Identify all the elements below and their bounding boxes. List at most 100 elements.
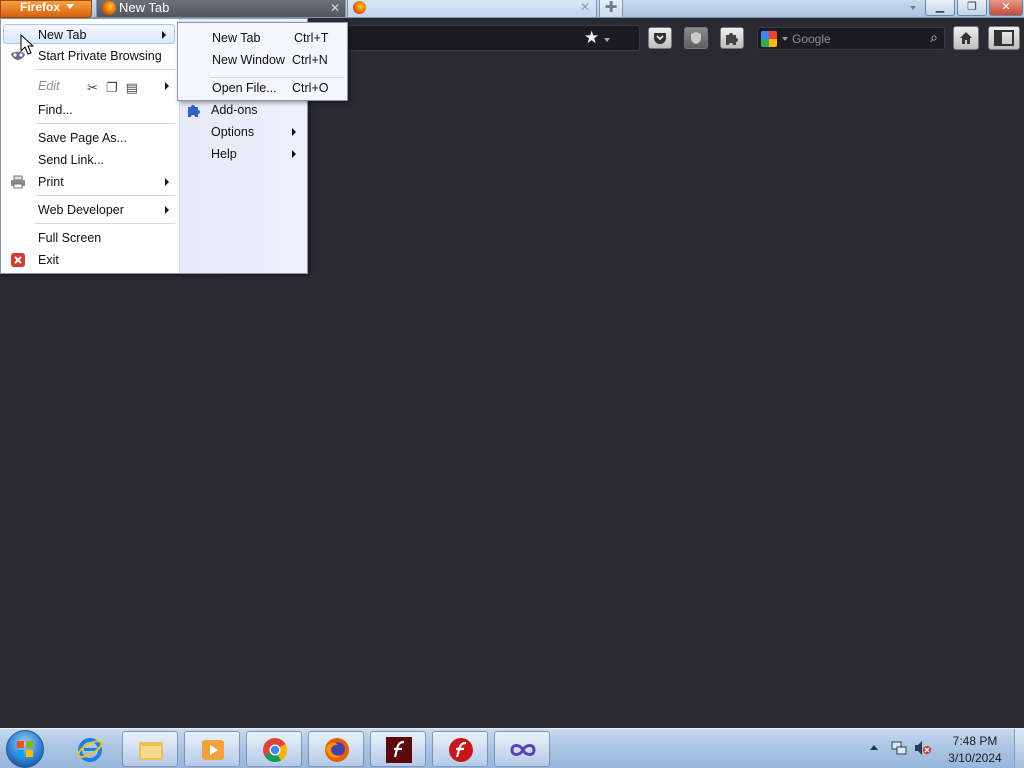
- submenu-item-label: Open File...: [212, 81, 277, 95]
- restore-button[interactable]: ❐: [957, 0, 987, 16]
- search-icon[interactable]: ⌕: [930, 29, 938, 46]
- menu-item-full-screen[interactable]: Full Screen: [1, 228, 177, 248]
- folder-icon: [139, 742, 163, 760]
- menu-item-exit[interactable]: Exit: [1, 250, 177, 270]
- menu-separator: [35, 123, 175, 124]
- visual-studio-icon: [510, 744, 536, 756]
- bookmarks-menu-caret-icon[interactable]: [604, 38, 610, 42]
- submenu-item-label: New Window: [212, 53, 285, 67]
- menu-item-label: New Tab: [38, 28, 87, 42]
- taskbar-flash-player[interactable]: [432, 731, 488, 767]
- submenu-arrow-icon: [292, 150, 296, 158]
- menu-item-label: Full Screen: [38, 231, 102, 245]
- tab-new-tab[interactable]: New Tab ✕: [96, 0, 346, 18]
- menu-item-label: Edit: [38, 79, 60, 93]
- pocket-icon: [654, 33, 666, 44]
- tab-strip: Firefox New Tab ✕ ✕ ✚ ▁ ❐ ✕: [0, 0, 1024, 18]
- volume-muted-icon[interactable]: [914, 740, 932, 756]
- firefox-favicon-icon: [102, 1, 116, 15]
- menu-item-addons[interactable]: Add-ons: [180, 100, 306, 120]
- flash-icon: [386, 737, 412, 763]
- menu-item-find[interactable]: Find...: [1, 100, 177, 120]
- submenu-item-new-window[interactable]: New Window Ctrl+N: [178, 50, 347, 70]
- pocket-button[interactable]: [648, 27, 672, 49]
- chevron-down-icon[interactable]: [782, 37, 788, 41]
- menu-separator: [35, 223, 175, 224]
- show-desktop-button[interactable]: [1014, 729, 1024, 768]
- copy-icon[interactable]: ❐: [106, 80, 126, 95]
- menu-item-label: Add-ons: [211, 103, 258, 117]
- home-icon: [960, 32, 972, 44]
- menu-item-label: Find...: [38, 103, 73, 117]
- menu-item-save-page-as[interactable]: Save Page As...: [1, 128, 177, 148]
- firefox-icon: [325, 738, 349, 762]
- puzzle-icon: [726, 33, 738, 45]
- submenu-arrow-icon: [165, 82, 169, 90]
- submenu-arrow-icon: [292, 128, 296, 136]
- close-tab-icon[interactable]: ✕: [330, 0, 340, 16]
- firefox-menu-button[interactable]: Firefox: [0, 0, 92, 18]
- show-hidden-icons-icon[interactable]: [870, 745, 878, 750]
- clock-time[interactable]: 7:48 PM: [945, 734, 1005, 748]
- sidebar-icon: [994, 30, 1014, 46]
- printer-icon: [11, 175, 25, 189]
- close-tab-icon[interactable]: ✕: [580, 0, 590, 14]
- network-icon[interactable]: [891, 740, 907, 756]
- exit-icon: [11, 253, 25, 267]
- submenu-arrow-icon: [162, 31, 166, 39]
- search-bar[interactable]: ⌕: [757, 27, 945, 50]
- ublock-button[interactable]: [684, 27, 708, 49]
- cut-icon[interactable]: ✂: [87, 80, 106, 95]
- close-window-button[interactable]: ✕: [989, 0, 1023, 16]
- media-player-icon: [202, 740, 224, 760]
- menu-item-label: Print: [38, 175, 64, 189]
- tab-second[interactable]: ✕: [347, 0, 597, 18]
- taskbar-windows-explorer[interactable]: [122, 731, 178, 767]
- menu-item-send-link[interactable]: Send Link...: [1, 150, 177, 170]
- minimize-button[interactable]: ▁: [925, 0, 955, 16]
- shortcut-label: Ctrl+T: [294, 31, 329, 45]
- menu-item-label: Exit: [38, 253, 59, 267]
- taskbar-flash[interactable]: [370, 731, 426, 767]
- submenu-item-label: New Tab: [212, 31, 261, 45]
- menu-item-label: Save Page As...: [38, 131, 127, 145]
- menu-separator: [35, 195, 175, 196]
- taskbar-media-player[interactable]: [184, 731, 240, 767]
- submenu-arrow-icon: [165, 178, 169, 186]
- menu-item-label: Web Developer: [38, 203, 124, 217]
- menu-separator: [35, 69, 175, 70]
- menu-item-print[interactable]: Print: [1, 172, 177, 192]
- menu-item-edit[interactable]: Edit ✂❐▤: [1, 76, 177, 96]
- home-button[interactable]: [953, 26, 979, 50]
- taskbar-visual-studio[interactable]: [494, 731, 550, 767]
- paste-icon[interactable]: ▤: [126, 80, 146, 95]
- search-input[interactable]: [792, 31, 917, 47]
- bookmark-star-icon[interactable]: ★: [584, 28, 599, 48]
- sidebar-button[interactable]: [988, 26, 1020, 50]
- start-button[interactable]: [6, 730, 44, 768]
- submenu-item-open-file[interactable]: Open File... Ctrl+O: [178, 78, 347, 98]
- menu-item-help[interactable]: Help: [180, 144, 306, 164]
- list-all-tabs-icon[interactable]: [910, 6, 916, 10]
- shortcut-label: Ctrl+N: [292, 53, 328, 67]
- windows-taskbar: 7:48 PM 3/10/2024: [0, 728, 1024, 768]
- google-icon[interactable]: [761, 31, 777, 47]
- menu-item-label: Send Link...: [38, 153, 105, 167]
- clock-date[interactable]: 3/10/2024: [945, 751, 1005, 765]
- submenu-item-new-tab[interactable]: New Tab Ctrl+T: [178, 28, 347, 48]
- chevron-down-icon: [66, 4, 75, 9]
- firefox-favicon-icon: [353, 1, 366, 14]
- menu-item-label: Help: [211, 147, 237, 161]
- taskbar-firefox[interactable]: [308, 731, 364, 767]
- tab-title: New Tab: [119, 0, 170, 15]
- new-tab-button[interactable]: ✚: [599, 0, 623, 18]
- taskbar-internet-explorer[interactable]: [62, 731, 118, 767]
- addon-button[interactable]: [720, 27, 744, 49]
- menu-item-label: Start Private Browsing: [38, 49, 162, 63]
- new-tab-submenu: New Tab Ctrl+T New Window Ctrl+N Open Fi…: [177, 22, 348, 101]
- menu-item-options[interactable]: Options: [180, 122, 306, 142]
- app-menu-primary-column: New Tab Start Private Browsing Edit ✂❐▤ …: [1, 19, 179, 273]
- menu-item-web-developer[interactable]: Web Developer: [1, 200, 177, 220]
- taskbar-google-chrome[interactable]: [246, 731, 302, 767]
- windows-logo-icon: [17, 741, 33, 757]
